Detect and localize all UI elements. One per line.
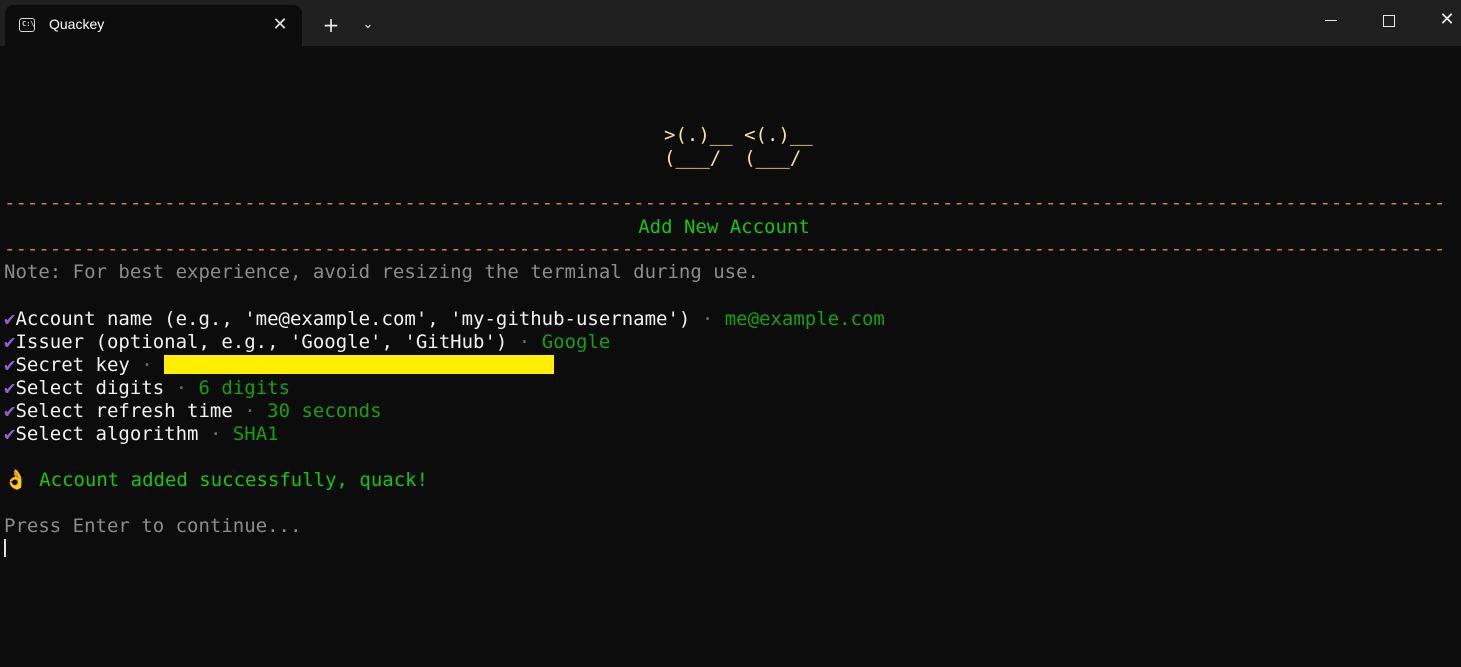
check-icon: ✔ (4, 354, 16, 376)
maximize-icon (1383, 14, 1395, 27)
duck-art-line-2: (___/ (___/ (664, 147, 802, 169)
secret-key-redaction (164, 355, 555, 374)
terminal-icon: C:\ (19, 18, 35, 32)
new-tab-button[interactable]: + (318, 12, 344, 38)
field-answer: 6 digits (198, 377, 291, 399)
success-message: Account added successfully, quack! (39, 469, 429, 491)
separator-dot: · (209, 423, 222, 445)
minimize-button[interactable] (1302, 0, 1360, 40)
field-prompt: Select refresh time (15, 400, 233, 422)
divider-bottom: ----------------------------------------… (4, 238, 1444, 260)
field-prompt: Select digits (15, 377, 165, 399)
field-answer: me@example.com (724, 308, 885, 330)
check-icon: ✔ (4, 400, 16, 422)
field-answer: SHA1 (232, 423, 279, 445)
separator-dot: · (141, 354, 153, 376)
field-prompt: Secret key (15, 354, 130, 376)
continue-prompt: Press Enter to continue... (4, 515, 302, 537)
field-row-digits: ✔Select digits · 6 digits (4, 377, 290, 400)
separator-dot: · (701, 308, 714, 330)
close-window-button[interactable]: ✕ (1418, 0, 1461, 40)
separator-dot: · (175, 377, 188, 399)
field-prompt: Account name (e.g., 'me@example.com', 'm… (15, 308, 691, 330)
ok-hand-icon: 👌 (4, 469, 28, 491)
terminal-output[interactable]: >(.)__ <(.)__ (___/ (___/ --------------… (4, 46, 1454, 557)
field-answer: Google (541, 331, 611, 353)
field-prompt: Select algorithm (15, 423, 199, 445)
check-icon: ✔ (4, 423, 16, 445)
tab-title: Quackey (49, 16, 105, 32)
field-prompt: Issuer (optional, e.g., 'Google', 'GitHu… (15, 331, 508, 353)
separator-dot: · (518, 331, 531, 353)
field-answer: 30 seconds (267, 400, 382, 422)
title-bar: C:\ Quackey ✕ + ⌄ ✕ (0, 0, 1461, 46)
note-text: Note: For best experience, avoid resizin… (4, 261, 759, 283)
tab-close-button[interactable]: ✕ (268, 13, 292, 37)
page-title: Add New Account (638, 216, 810, 238)
check-icon: ✔ (4, 331, 16, 353)
duck-art-line-1: >(.)__ <(.)__ (664, 124, 813, 146)
field-row-issuer: ✔Issuer (optional, e.g., 'Google', 'GitH… (4, 331, 610, 354)
check-icon: ✔ (4, 308, 16, 330)
success-row: 👌 Account added successfully, quack! (4, 469, 428, 492)
minimize-icon (1325, 20, 1337, 21)
text-cursor (4, 539, 6, 557)
divider-top: ----------------------------------------… (4, 192, 1444, 214)
maximize-button[interactable] (1360, 0, 1418, 40)
chevron-down-icon[interactable]: ⌄ (356, 12, 380, 38)
check-icon: ✔ (4, 377, 16, 399)
field-row-account-name: ✔Account name (e.g., 'me@example.com', '… (4, 308, 885, 331)
separator-dot: · (244, 400, 256, 422)
tab-quackey[interactable]: C:\ Quackey ✕ (5, 5, 302, 46)
field-row-refresh-time: ✔Select refresh time · 30 seconds (4, 400, 382, 423)
field-row-algorithm: ✔Select algorithm · SHA1 (4, 423, 279, 446)
field-row-secret-key: ✔Secret key · (4, 354, 555, 377)
